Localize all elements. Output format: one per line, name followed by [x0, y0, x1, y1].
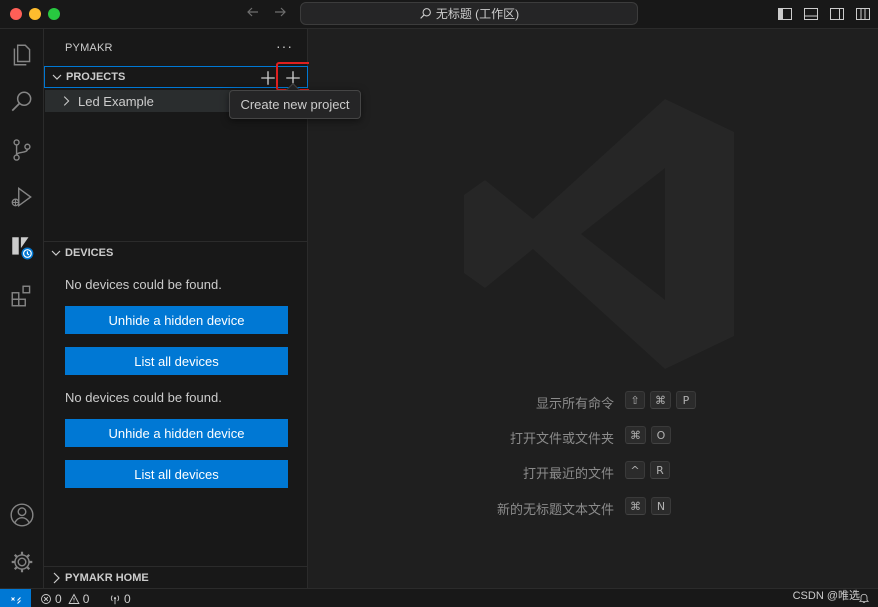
shortcut-keys: ^ R [625, 461, 670, 479]
shortcut-keys: ⌘ N [625, 497, 671, 515]
chevron-down-icon [52, 74, 62, 80]
warning-count: 0 [82, 591, 90, 606]
warning-icon [68, 593, 80, 604]
shortcut-row: 打开文件或文件夹 ⌘ O [309, 426, 878, 446]
search-icon[interactable] [0, 80, 44, 124]
devices-section-header[interactable]: DEVICES [44, 241, 308, 263]
more-actions-icon[interactable]: ··· [276, 38, 293, 54]
toggle-primary-sidebar-icon[interactable] [777, 6, 793, 22]
no-devices-message: No devices could be found. [65, 277, 222, 292]
vscode-logo-watermark-icon [464, 99, 734, 369]
pymakr-home-section-header[interactable]: PYMAKR HOME [44, 566, 308, 588]
key-cap: ⌘ [625, 497, 646, 515]
shortcut-label[interactable]: 显示所有命令 [536, 393, 614, 412]
chevron-right-icon [53, 572, 60, 583]
add-project-icon[interactable] [259, 69, 277, 87]
remote-indicator-button[interactable] [0, 589, 31, 607]
editor-area: 显示所有命令 ⇧ ⌘ P 打开文件或文件夹 ⌘ O 打开最近的文件 ^ R 新的… [309, 29, 878, 588]
unhide-hidden-device-button[interactable]: Unhide a hidden device [65, 306, 288, 334]
project-label: Led Example [78, 93, 154, 109]
window-title: 无标题 (工作区) [435, 7, 520, 21]
customize-layout-icon[interactable] [855, 6, 871, 22]
broadcast-icon [110, 594, 120, 604]
search-icon [420, 8, 431, 19]
extensions-icon[interactable] [0, 274, 44, 318]
shortcut-keys: ⇧ ⌘ P [625, 391, 696, 409]
source-control-icon[interactable] [0, 128, 44, 172]
shortcut-row: 新的无标题文本文件 ⌘ N [309, 497, 878, 517]
shortcut-label[interactable]: 打开最近的文件 [523, 463, 614, 482]
ports-count: 0 [124, 591, 131, 606]
key-cap: ⌘ [650, 391, 671, 409]
unhide-hidden-device-button[interactable]: Unhide a hidden device [65, 419, 288, 447]
forward-arrow-icon[interactable] [270, 4, 290, 24]
key-cap: N [651, 497, 671, 515]
error-count: 0 [55, 591, 62, 606]
key-cap: R [650, 461, 670, 479]
status-bar: 0 0 0 CSDN @唯选 [0, 588, 878, 607]
devices-header-label: DEVICES [65, 246, 114, 259]
remote-icon [10, 596, 21, 604]
shortcut-keys: ⌘ O [625, 426, 671, 444]
key-cap: ⌘ [625, 426, 646, 444]
back-arrow-icon[interactable] [243, 4, 263, 24]
shortcut-row: 打开最近的文件 ^ R [309, 461, 878, 481]
sidebar-title: PYMAKR [65, 42, 113, 54]
pymakr-icon[interactable] [0, 225, 44, 269]
shortcut-row: 显示所有命令 ⇧ ⌘ P [309, 391, 878, 411]
no-devices-message: No devices could be found. [65, 390, 222, 405]
pymakr-home-header-label: PYMAKR HOME [65, 571, 149, 584]
projects-header-label: PROJECTS [66, 71, 126, 83]
list-all-devices-button[interactable]: List all devices [65, 460, 288, 488]
chevron-down-icon [51, 250, 61, 256]
chevron-right-icon [63, 96, 70, 106]
maximize-window-button[interactable] [48, 8, 60, 20]
explorer-icon[interactable] [0, 33, 44, 77]
notifications-bell-icon[interactable] [858, 592, 870, 604]
csdn-watermark-text: CSDN @唯选 [792, 590, 860, 602]
run-and-debug-icon[interactable] [0, 175, 44, 219]
account-icon[interactable] [0, 493, 44, 537]
ports-status[interactable]: 0 [109, 591, 131, 606]
toggle-panel-icon[interactable] [803, 6, 819, 22]
projects-section-header[interactable]: PROJECTS [44, 66, 308, 88]
shortcut-label[interactable]: 新的无标题文本文件 [497, 499, 614, 518]
error-icon [41, 593, 51, 604]
problems-status[interactable]: 0 0 [40, 591, 89, 606]
command-center-search[interactable]: 无标题 (工作区) [300, 2, 638, 25]
key-cap: O [651, 426, 671, 444]
activity-bar [0, 29, 44, 588]
toggle-secondary-sidebar-icon[interactable] [829, 6, 845, 22]
title-bar: 无标题 (工作区) [0, 0, 878, 29]
create-project-tooltip: Create new project [229, 90, 361, 119]
key-cap: P [676, 391, 696, 409]
key-cap: ⇧ [625, 391, 645, 409]
close-window-button[interactable] [10, 8, 22, 20]
minimize-window-button[interactable] [29, 8, 41, 20]
shortcut-label[interactable]: 打开文件或文件夹 [510, 428, 614, 447]
settings-gear-icon[interactable] [0, 540, 44, 584]
key-cap: ^ [625, 461, 645, 479]
list-all-devices-button[interactable]: List all devices [65, 347, 288, 375]
